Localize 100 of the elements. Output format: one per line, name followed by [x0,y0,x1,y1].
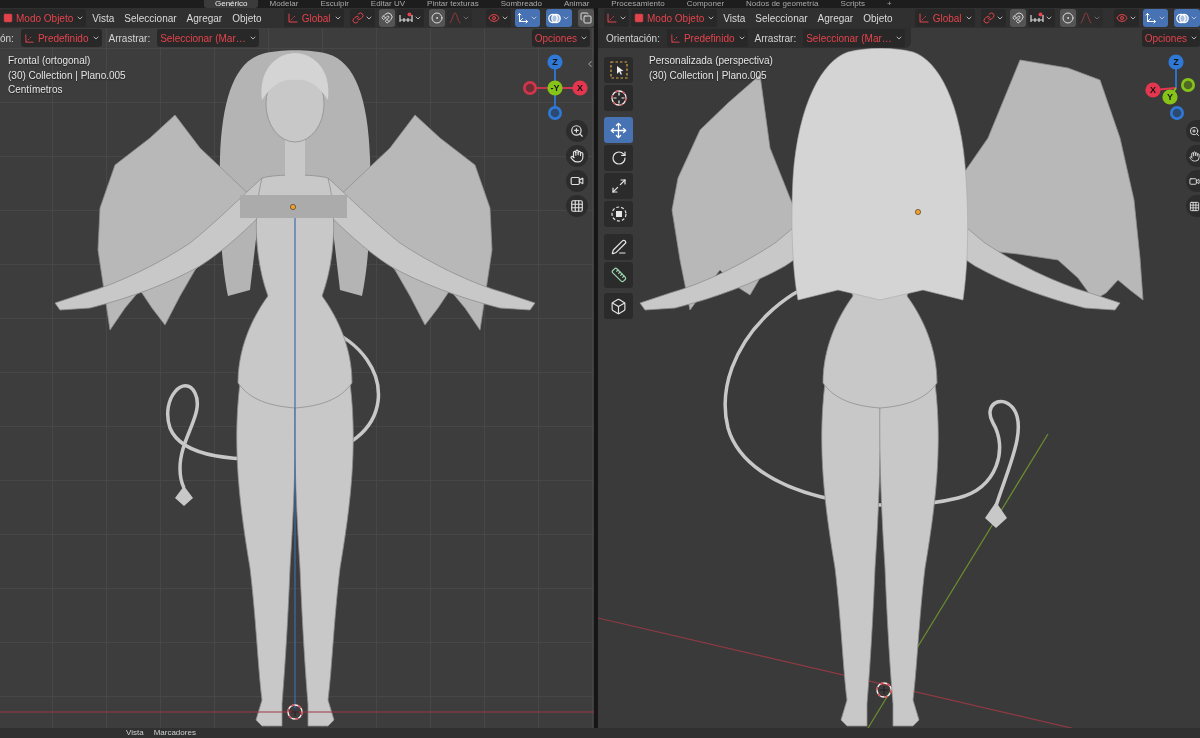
caret-icon [248,34,257,42]
gizmo-axis-button[interactable]: X [572,80,588,96]
scale-icon [610,178,627,194]
workspace-tab[interactable]: Modelar [258,0,310,8]
mode-dropdown[interactable]: Modo Objeto [0,9,87,27]
tool-button[interactable] [604,173,633,199]
drag-dropdown[interactable]: Seleccionar (Mar… [803,29,905,47]
camera-button[interactable] [566,170,588,192]
snap-target-button[interactable] [980,9,1006,27]
tool-button[interactable] [604,234,633,260]
proportional-editing-toggle[interactable] [1059,9,1076,27]
gizmo-axis-button[interactable]: Z [1168,54,1184,70]
overlays-toggle[interactable] [546,9,572,27]
gizmo-toggle[interactable] [1143,9,1168,27]
tool-button[interactable] [604,293,633,319]
pan-button[interactable] [1186,145,1200,167]
pan-button[interactable] [566,145,588,167]
grid-button[interactable] [1186,195,1200,217]
tool-button[interactable] [604,201,633,227]
snap-increment-button[interactable] [396,9,424,27]
gizmo-axis-button[interactable]: X [1145,82,1161,98]
mode-dropdown[interactable]: Modo Objeto [631,9,718,27]
overlays-toggle[interactable] [1174,9,1200,27]
workspace-tab[interactable]: Genérico [204,0,259,8]
view-info-text: (30) Collection | Plano.005 [8,68,126,83]
menu-item[interactable]: Vista [719,9,750,27]
grid-button[interactable] [566,195,588,217]
tool-button[interactable] [604,85,633,111]
snap-toggle[interactable] [378,9,395,27]
viewport-area[interactable]: ón: Predefinido Arrastrar: Seleccionar (Mar… Opciones Frontal (ortogonal) (30) Collection | Plano.005 Centímetros Z -Y X [0,28,594,728]
workspace-tab[interactable]: Scripts [829,0,876,8]
axes-icon [286,12,299,24]
camera-button[interactable] [1186,170,1200,192]
visibility-button[interactable] [486,9,511,27]
origin-dot-icon [290,204,296,210]
caret-icon [364,14,373,22]
snap-toggle[interactable] [1009,9,1026,27]
menu-item[interactable]: Objeto [228,9,266,27]
orientation-dropdown[interactable]: Predefinido [20,29,102,47]
zoom-button[interactable] [566,120,588,142]
visibility-button[interactable] [1114,9,1139,27]
chevron-left-icon[interactable] [585,59,594,69]
menu-item[interactable]: Vista [88,9,119,27]
square-icon [3,13,13,23]
tool-button[interactable] [604,262,633,288]
workspace-tab[interactable]: + [876,0,903,8]
menu-item[interactable]: Seleccionar [120,9,181,27]
circle-dot-icon [1061,12,1074,24]
gizmo-axis-button[interactable]: Y [1162,89,1178,105]
menu-item[interactable]: Vista [124,728,146,738]
proportional-editing-toggle[interactable] [428,9,445,27]
gizmo-axis-button[interactable]: -Y [547,80,563,96]
ruler-icon [610,267,627,283]
gizmo-axis-button[interactable] [548,106,562,120]
axes-icon [669,32,681,44]
axes-icon [606,12,618,24]
options-dropdown[interactable]: Opciones [531,29,590,47]
orientation-label: Orientación: [606,32,660,44]
zoom-button[interactable] [1186,120,1200,142]
link-icon [351,12,364,24]
caret-icon [413,14,422,22]
tool-button[interactable] [604,117,633,143]
snap-target-button[interactable] [349,9,375,27]
view-info-text: (30) Collection | Plano.005 [649,68,768,83]
caret-icon [964,14,973,22]
orientation-dropdown[interactable]: Predefinido [666,29,748,47]
menu-item[interactable]: Agregar [813,9,858,27]
square-icon [634,13,644,23]
orientation-dropdown[interactable]: Global [914,9,975,27]
workspace-tab[interactable]: Sombreado [489,0,553,8]
view-info-text: Centímetros [8,83,64,97]
options-dropdown[interactable]: Opciones [1141,29,1200,47]
workspace-tab[interactable]: Procesamiento [600,0,676,8]
workspace-tab[interactable]: Editar UV [359,0,417,8]
xray-toggle[interactable] [578,9,594,27]
workspace-tab[interactable]: Pintar texturas [416,0,490,8]
viewport-area[interactable]: Orientación: Predefinido Arrastrar: Seleccionar (Mar… Opciones Personalizada (perspectiva) (30) Collection | Plano.005 Z X Y [598,28,1200,728]
menu-item[interactable]: Marcadores [151,728,198,738]
tool-button[interactable] [604,145,633,171]
caret-icon [1190,14,1198,22]
menu-item[interactable]: Seleccionar [751,9,812,27]
axes-icon [23,32,35,44]
workspace-tab[interactable]: Componer [675,0,736,8]
gizmo-axis-button[interactable] [1181,78,1195,92]
gizmo-toggle[interactable] [515,9,540,27]
workspace-tab[interactable]: Esculpir [309,0,360,8]
gizmo-axis-button[interactable] [1170,106,1184,120]
menu-item[interactable]: Agregar [182,9,227,27]
snap-increment-button[interactable] [1027,9,1055,27]
gizmo-axis-button[interactable]: Z [547,54,563,70]
axes-icon [917,12,930,24]
menu-item[interactable]: Objeto [859,9,897,27]
drag-dropdown[interactable]: Seleccionar (Mar… [157,29,259,47]
workspace-tab[interactable]: Animar [553,0,601,8]
caret-icon [501,14,509,22]
video-camera-icon [570,174,584,188]
tool-button[interactable] [604,57,633,83]
orientation-dropdown[interactable]: Global [283,9,344,27]
workspace-tab[interactable]: Nodos de geometría [735,0,830,8]
zoom-in-icon [570,124,584,138]
